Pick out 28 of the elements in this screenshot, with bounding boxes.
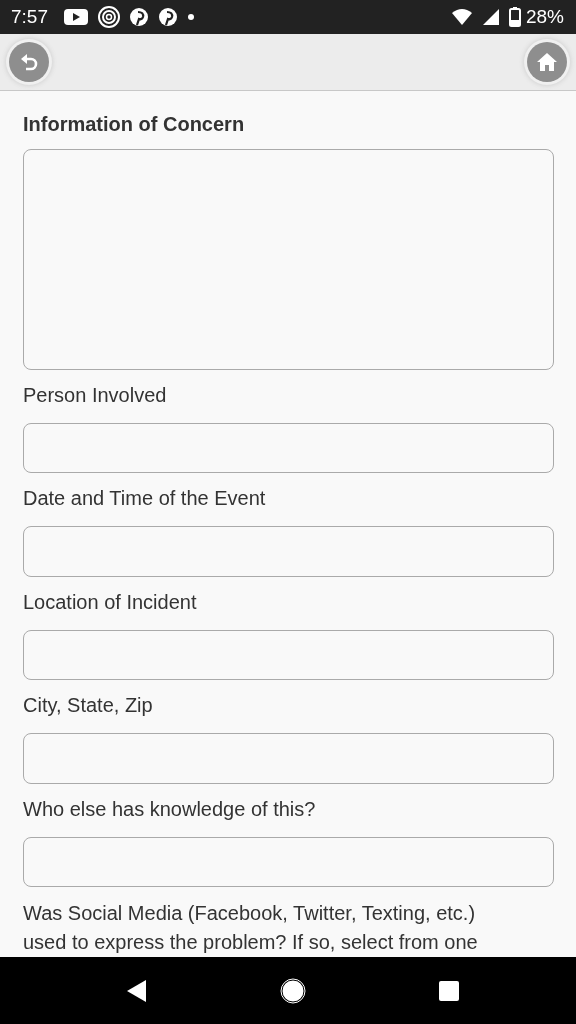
form-title: Information of Concern	[23, 113, 246, 136]
wifi-icon	[450, 8, 473, 26]
overview-icon[interactable]	[438, 979, 460, 1002]
video-play-icon	[63, 8, 89, 26]
dot-icon	[187, 13, 195, 21]
signal-icon	[481, 8, 500, 26]
pin-logo-icon	[129, 7, 149, 27]
battery-percent: 28%	[525, 6, 564, 28]
field-label: City, State, Zip	[23, 694, 154, 718]
input-field[interactable]	[23, 836, 554, 887]
house-icon	[536, 51, 558, 73]
field-label: Who else has knowledge of this?	[23, 797, 317, 821]
field-label: Location of Incident	[23, 590, 198, 614]
back-button[interactable]	[9, 42, 49, 82]
home-circle-icon[interactable]	[280, 977, 306, 1004]
spiral-icon	[98, 6, 120, 28]
question-text: Was Social Media (Facebook, Twitter, Texting, etc.) used to express the problem? If so, select from one	[23, 901, 479, 955]
back-icon[interactable]	[126, 978, 148, 1003]
battery-icon	[508, 7, 521, 27]
home-button[interactable]	[527, 42, 567, 82]
status-time: 7:57	[11, 6, 48, 28]
input-field[interactable]	[23, 629, 554, 681]
field-label: Person Involved	[23, 383, 168, 407]
pin-logo-icon	[158, 7, 178, 27]
input-field[interactable]	[23, 526, 554, 577]
input-field[interactable]	[23, 733, 554, 784]
input-field[interactable]	[23, 422, 554, 474]
field-label: Date and Time of the Event	[23, 487, 267, 511]
